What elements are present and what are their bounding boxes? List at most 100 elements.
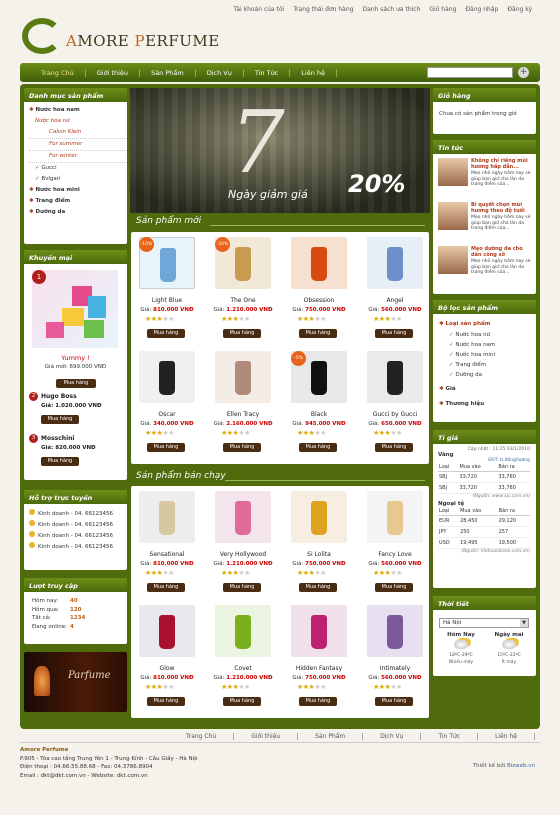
- nav-item[interactable]: Sản Phẩm: [140, 68, 196, 77]
- top-link[interactable]: Giỏ hàng: [429, 6, 456, 13]
- parfume-banner[interactable]: Parfume: [24, 652, 127, 712]
- news-thumbnail[interactable]: [438, 246, 468, 274]
- nav-item[interactable]: Liên hệ: [290, 68, 338, 77]
- category-item[interactable]: Nước hoa nữ: [29, 116, 127, 127]
- promo-item-buy-button[interactable]: Mua hàng: [41, 415, 79, 424]
- top-link[interactable]: Đăng nhập: [465, 6, 498, 13]
- footer-link[interactable]: Liên hệ: [478, 733, 535, 740]
- footer-link[interactable]: Tin Tức: [421, 733, 479, 740]
- buy-button[interactable]: Mua hàng: [223, 583, 261, 592]
- promo-item-buy-button[interactable]: Mua hàng: [41, 457, 79, 466]
- buy-button[interactable]: Mua hàng: [147, 583, 185, 592]
- product-image[interactable]: [367, 351, 423, 403]
- news-title[interactable]: Mẹo dưỡng da cho dân công sở: [471, 246, 533, 258]
- footer-link[interactable]: Trang Chủ: [169, 733, 235, 740]
- buy-button[interactable]: Mua hàng: [299, 697, 337, 706]
- filter-item[interactable]: Nước hoa nam: [439, 340, 536, 350]
- product-name[interactable]: Angel: [360, 297, 430, 304]
- promo-buy-button[interactable]: Mua hàng: [56, 379, 96, 388]
- buy-button[interactable]: Mua hàng: [299, 443, 337, 452]
- buy-button[interactable]: Mua hàng: [375, 583, 413, 592]
- product-name[interactable]: Hidden Fantasy: [284, 665, 354, 672]
- category-item[interactable]: Trang điểm: [29, 196, 127, 207]
- product-name[interactable]: Gucci by Gucci: [360, 411, 430, 418]
- buy-button[interactable]: Mua hàng: [299, 583, 337, 592]
- buy-button[interactable]: Mua hàng: [147, 697, 185, 706]
- product-image[interactable]: [215, 351, 271, 403]
- support-item[interactable]: Kinh doanh - 04. 66123456: [29, 520, 127, 531]
- news-title[interactable]: Không chỉ riêng mùi hương hấp dẫn...: [471, 158, 533, 170]
- nav-item[interactable]: Giới thiệu: [86, 68, 141, 77]
- footer-link[interactable]: Sản Phẩm: [298, 733, 364, 740]
- buy-button[interactable]: Mua hàng: [147, 443, 185, 452]
- product-name[interactable]: Glow: [132, 665, 202, 672]
- product-image[interactable]: [139, 605, 195, 657]
- filter-head[interactable]: Loại sản phẩm: [439, 319, 536, 330]
- category-item[interactable]: Nước hoa mini: [29, 185, 127, 196]
- buy-button[interactable]: Mua hàng: [147, 329, 185, 338]
- product-name[interactable]: Black: [284, 411, 354, 418]
- support-item[interactable]: Kinh doanh - 04. 66123456: [29, 509, 127, 520]
- top-link[interactable]: Trạng thái đơn hàng: [293, 6, 353, 13]
- product-name[interactable]: Intimately: [360, 665, 430, 672]
- buy-button[interactable]: Mua hàng: [375, 697, 413, 706]
- product-name[interactable]: Obsession: [284, 297, 354, 304]
- nav-item[interactable]: Trang Chủ: [30, 68, 86, 77]
- buy-button[interactable]: Mua hàng: [223, 329, 261, 338]
- product-name[interactable]: Ellen Tracy: [208, 411, 278, 418]
- product-name[interactable]: Sensational: [132, 551, 202, 558]
- news-title[interactable]: Bí quyết chọn mùi hương theo độ tuổi: [471, 202, 533, 214]
- product-name[interactable]: Si Lolita: [284, 551, 354, 558]
- product-name[interactable]: Oscar: [132, 411, 202, 418]
- product-image[interactable]: [139, 351, 195, 403]
- footer-link[interactable]: Giới thiệu: [234, 733, 299, 740]
- filter-item[interactable]: Nước hoa mini: [439, 350, 536, 360]
- category-item[interactable]: Dưỡng da: [29, 207, 127, 218]
- category-item[interactable]: Calvin Klein: [29, 127, 127, 139]
- product-image[interactable]: [291, 237, 347, 289]
- hero-banner[interactable]: 7 Ngày giảm giá 20%: [130, 88, 430, 213]
- product-image[interactable]: [215, 491, 271, 543]
- search-input[interactable]: [427, 67, 513, 78]
- news-thumbnail[interactable]: [438, 202, 468, 230]
- category-item[interactable]: Bvlgari: [29, 174, 127, 185]
- product-image[interactable]: [367, 491, 423, 543]
- product-image[interactable]: [367, 237, 423, 289]
- product-image[interactable]: [291, 605, 347, 657]
- logo[interactable]: AMORE PERFUME: [22, 18, 242, 58]
- category-item[interactable]: Gucci: [29, 163, 127, 174]
- filter-group[interactable]: Thương hiệu: [439, 399, 536, 410]
- search-button[interactable]: +: [518, 67, 529, 78]
- buy-button[interactable]: Mua hàng: [299, 329, 337, 338]
- filter-item[interactable]: Dưỡng da: [439, 370, 536, 380]
- city-select[interactable]: Hà Nội ▼: [439, 618, 529, 628]
- footer-link[interactable]: Dịch Vụ: [363, 733, 422, 740]
- top-link[interactable]: Tài khoản của tôi: [233, 6, 284, 13]
- product-name[interactable]: Covet: [208, 665, 278, 672]
- category-item[interactable]: For summer: [29, 139, 127, 151]
- product-image[interactable]: [367, 605, 423, 657]
- buy-button[interactable]: Mua hàng: [375, 329, 413, 338]
- product-name[interactable]: Very Hollywood: [208, 551, 278, 558]
- top-link[interactable]: Danh sách ưa thích: [362, 6, 420, 13]
- product-image[interactable]: [291, 491, 347, 543]
- buy-button[interactable]: Mua hàng: [223, 697, 261, 706]
- top-link[interactable]: Đăng ký: [507, 6, 532, 13]
- category-item[interactable]: For winter: [29, 151, 127, 163]
- nav-item[interactable]: Dịch Vụ: [196, 68, 244, 77]
- filter-item[interactable]: Trang điểm: [439, 360, 536, 370]
- news-thumbnail[interactable]: [438, 158, 468, 186]
- filter-group[interactable]: Giá: [439, 384, 536, 395]
- product-name[interactable]: Fancy Love: [360, 551, 430, 558]
- category-item[interactable]: Nước hoa nam: [29, 105, 127, 116]
- nav-item[interactable]: Tin Tức: [244, 68, 291, 77]
- design-link[interactable]: Bizweb.vn: [507, 763, 535, 769]
- product-image[interactable]: [215, 605, 271, 657]
- buy-button[interactable]: Mua hàng: [375, 443, 413, 452]
- product-name[interactable]: Light Blue: [132, 297, 202, 304]
- support-item[interactable]: Kinh doanh - 04. 66123456: [29, 531, 127, 542]
- buy-button[interactable]: Mua hàng: [223, 443, 261, 452]
- product-name[interactable]: The One: [208, 297, 278, 304]
- support-item[interactable]: Kinh doanh - 04. 66123456: [29, 542, 127, 553]
- product-image[interactable]: [139, 491, 195, 543]
